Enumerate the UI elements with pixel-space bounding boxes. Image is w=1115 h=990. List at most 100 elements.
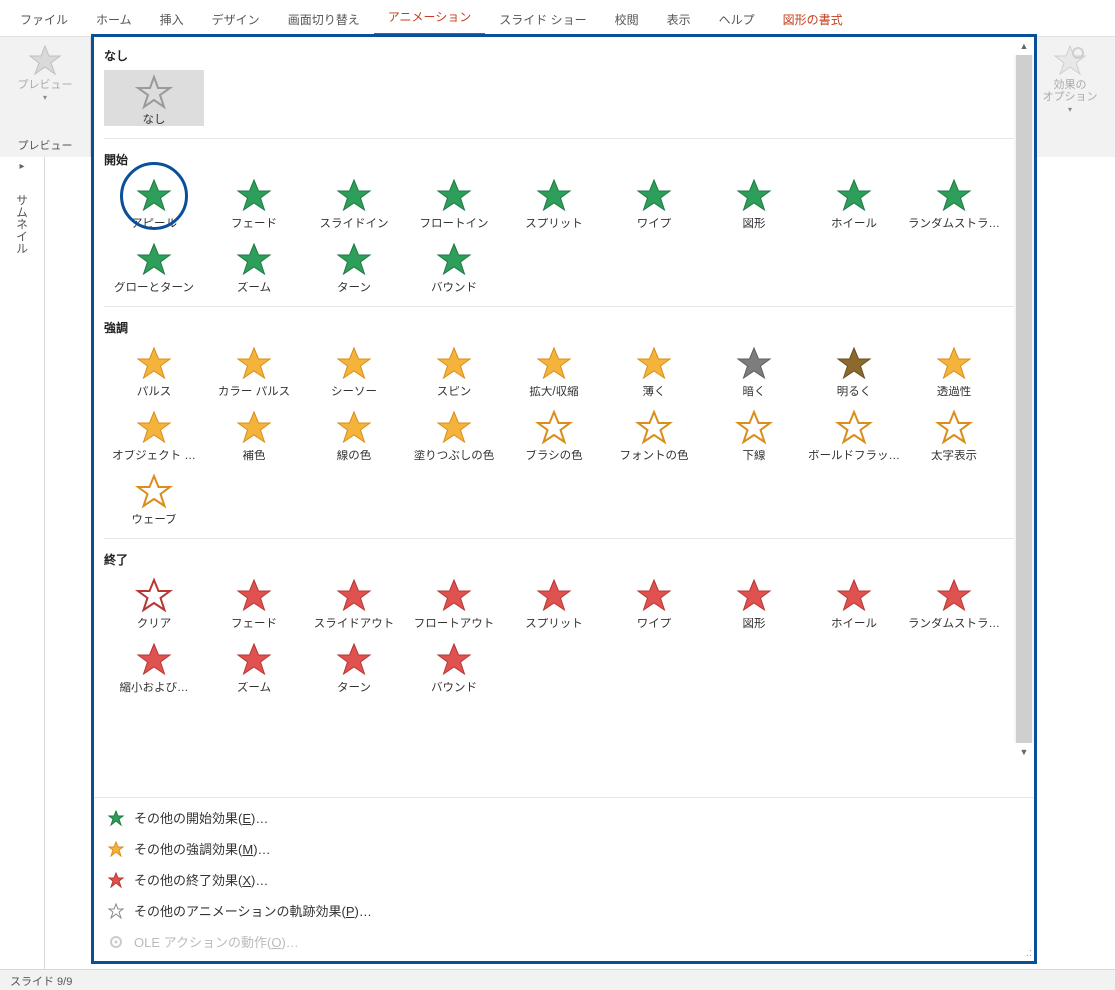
- tab-help[interactable]: ヘルプ: [705, 3, 769, 36]
- anim-label: ホイール: [831, 618, 877, 630]
- menu-more-motion[interactable]: その他のアニメーションの軌跡効果(P)…: [94, 895, 1034, 926]
- anim-item-emphasis-16[interactable]: ボールドフラッ…: [804, 406, 904, 462]
- anim-label: 透過性: [937, 386, 972, 398]
- anim-item-entrance-0[interactable]: アピール: [104, 174, 204, 230]
- star-icon: [830, 574, 878, 618]
- star-icon: [430, 574, 478, 618]
- anim-item-entrance-6[interactable]: 図形: [704, 174, 804, 230]
- anim-item-exit-10[interactable]: ズーム: [204, 638, 304, 694]
- anim-label: フォントの色: [620, 450, 689, 462]
- anim-item-emphasis-2[interactable]: シーソー: [304, 342, 404, 398]
- star-icon: [730, 406, 778, 450]
- resize-grip-icon[interactable]: .:: [1026, 947, 1032, 959]
- anim-item-emphasis-17[interactable]: 太字表示: [904, 406, 1004, 462]
- tab-file[interactable]: ファイル: [6, 3, 82, 36]
- tab-animations[interactable]: アニメーション: [374, 0, 486, 36]
- star-icon: [530, 574, 578, 618]
- gallery-scrollbar[interactable]: ▲ ▼: [1014, 37, 1034, 761]
- star-icon: [730, 342, 778, 386]
- star-icon: [130, 174, 178, 218]
- star-icon: [530, 406, 578, 450]
- anim-item-emphasis-6[interactable]: 暗く: [704, 342, 804, 398]
- animation-gallery-body: なし なし 開始 アピールフェードスライドインフロートインスプリットワイプ図形ホ…: [94, 37, 1034, 797]
- ribbon-tabs: ファイル ホーム 挿入 デザイン 画面切り替え アニメーション スライド ショー…: [0, 0, 1115, 37]
- anim-label: 縮小および…: [120, 682, 189, 694]
- menu-more-emphasis[interactable]: その他の強調効果(M)…: [94, 833, 1034, 864]
- tab-home[interactable]: ホーム: [82, 3, 146, 36]
- tab-design[interactable]: デザイン: [198, 3, 274, 36]
- anim-item-emphasis-4[interactable]: 拡大/収縮: [504, 342, 604, 398]
- menu-label: OLE アクションの動作(O)…: [134, 932, 299, 951]
- anim-item-entrance-11[interactable]: ターン: [304, 238, 404, 294]
- anim-item-emphasis-9[interactable]: オブジェクト …: [104, 406, 204, 462]
- star-icon: [108, 872, 124, 888]
- tab-shape-format[interactable]: 図形の書式: [769, 3, 857, 36]
- star-icon: [430, 406, 478, 450]
- animation-gallery: なし なし 開始 アピールフェードスライドインフロートインスプリットワイプ図形ホ…: [91, 34, 1037, 964]
- anim-item-emphasis-11[interactable]: 線の色: [304, 406, 404, 462]
- anim-item-emphasis-13[interactable]: ブラシの色: [504, 406, 604, 462]
- anim-label: グローとターン: [114, 282, 194, 294]
- star-icon: [108, 841, 124, 857]
- menu-more-exit[interactable]: その他の終了効果(X)…: [94, 864, 1034, 895]
- anim-item-emphasis-5[interactable]: 薄く: [604, 342, 704, 398]
- anim-item-entrance-2[interactable]: スライドイン: [304, 174, 404, 230]
- anim-item-exit-0[interactable]: クリア: [104, 574, 204, 630]
- tab-view[interactable]: 表示: [653, 3, 705, 36]
- anim-item-entrance-5[interactable]: ワイプ: [604, 174, 704, 230]
- anim-item-entrance-9[interactable]: グローとターン: [104, 238, 204, 294]
- anim-item-exit-9[interactable]: 縮小および…: [104, 638, 204, 694]
- anim-item-entrance-4[interactable]: スプリット: [504, 174, 604, 230]
- anim-label: フロートアウト: [414, 618, 495, 630]
- anim-label: なし: [143, 114, 166, 126]
- anim-item-emphasis-12[interactable]: 塗りつぶしの色: [404, 406, 504, 462]
- thumbnails-pane-collapsed[interactable]: ▸ サムネイル: [0, 157, 45, 969]
- anim-item-entrance-12[interactable]: バウンド: [404, 238, 504, 294]
- anim-item-entrance-1[interactable]: フェード: [204, 174, 304, 230]
- tab-insert[interactable]: 挿入: [146, 3, 198, 36]
- scroll-up-icon[interactable]: ▲: [1014, 37, 1034, 55]
- category-none-title: なし: [104, 47, 1024, 64]
- anim-item-exit-12[interactable]: バウンド: [404, 638, 504, 694]
- anim-item-emphasis-8[interactable]: 透過性: [904, 342, 1004, 398]
- anim-item-emphasis-15[interactable]: 下線: [704, 406, 804, 462]
- preview-button[interactable]: プレビュー ▾: [15, 43, 75, 102]
- anim-item-emphasis-1[interactable]: カラー パルス: [204, 342, 304, 398]
- effect-options-button[interactable]: 効果のオプション ▾: [1040, 43, 1100, 115]
- tab-review[interactable]: 校閲: [601, 3, 653, 36]
- scroll-thumb[interactable]: [1016, 55, 1032, 755]
- anim-label: ウェーブ: [131, 514, 176, 526]
- anim-item-exit-6[interactable]: 図形: [704, 574, 804, 630]
- anim-item-emphasis-10[interactable]: 補色: [204, 406, 304, 462]
- anim-none[interactable]: なし: [104, 70, 204, 126]
- anim-item-entrance-3[interactable]: フロートイン: [404, 174, 504, 230]
- anim-item-emphasis-0[interactable]: パルス: [104, 342, 204, 398]
- anim-item-emphasis-18[interactable]: ウェーブ: [104, 470, 204, 526]
- anim-item-exit-3[interactable]: フロートアウト: [404, 574, 504, 630]
- anim-label: オブジェクト …: [112, 450, 196, 462]
- anim-item-exit-1[interactable]: フェード: [204, 574, 304, 630]
- anim-item-exit-5[interactable]: ワイプ: [604, 574, 704, 630]
- anim-item-entrance-8[interactable]: ランダムストラ…: [904, 174, 1004, 230]
- anim-item-exit-4[interactable]: スプリット: [504, 574, 604, 630]
- ribbon: プレビュー ▾ プレビュー なし なし: [0, 37, 1115, 157]
- scroll-down-icon[interactable]: ▼: [1014, 743, 1034, 761]
- anim-item-emphasis-3[interactable]: スピン: [404, 342, 504, 398]
- scroll-track[interactable]: [1014, 55, 1034, 743]
- anim-item-exit-11[interactable]: ターン: [304, 638, 404, 694]
- anim-item-exit-2[interactable]: スライドアウト: [304, 574, 404, 630]
- anim-item-entrance-7[interactable]: ホイール: [804, 174, 904, 230]
- anim-item-emphasis-14[interactable]: フォントの色: [604, 406, 704, 462]
- tab-transitions[interactable]: 画面切り替え: [274, 3, 374, 36]
- anim-item-entrance-10[interactable]: ズーム: [204, 238, 304, 294]
- anim-label: 明るく: [837, 386, 872, 398]
- menu-more-entrance[interactable]: その他の開始効果(E)…: [94, 802, 1034, 833]
- anim-item-exit-8[interactable]: ランダムストラ…: [904, 574, 1004, 630]
- star-icon: [630, 406, 678, 450]
- anim-item-exit-7[interactable]: ホイール: [804, 574, 904, 630]
- tab-slideshow[interactable]: スライド ショー: [485, 3, 600, 36]
- star-icon: [630, 574, 678, 618]
- anim-label: 図形: [743, 618, 766, 630]
- expand-icon[interactable]: ▸: [19, 161, 24, 172]
- anim-item-emphasis-7[interactable]: 明るく: [804, 342, 904, 398]
